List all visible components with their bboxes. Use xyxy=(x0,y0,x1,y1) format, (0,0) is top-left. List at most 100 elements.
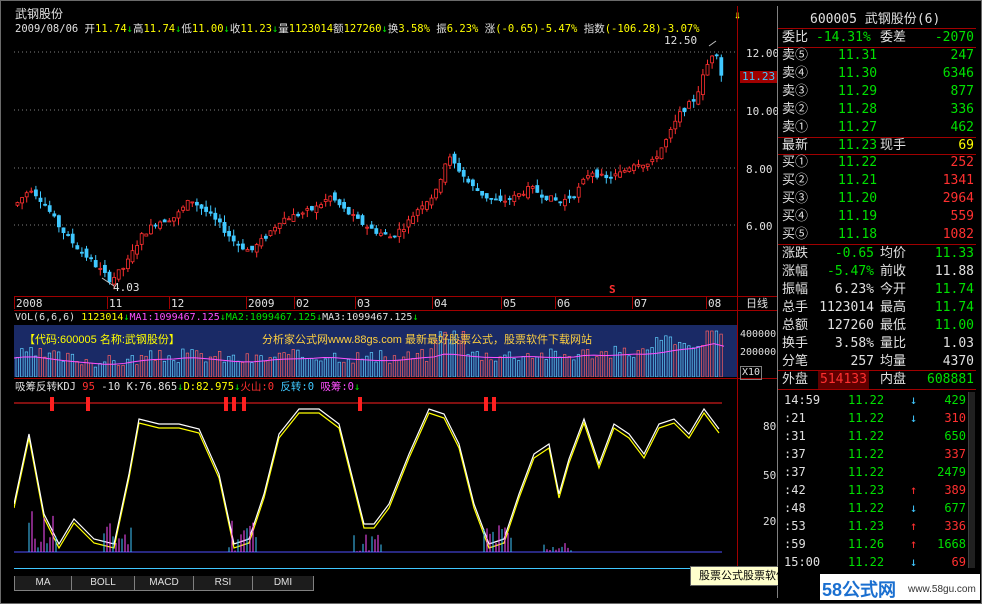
volume-bar xyxy=(204,361,208,377)
stat-row: 分笔 257 均量 4370 xyxy=(782,353,974,371)
signal-marker xyxy=(50,397,54,411)
candle-body xyxy=(300,212,305,215)
ask-price: 11.30 xyxy=(838,66,878,81)
latest-row: 最新 11.23 现手 69 xyxy=(782,137,974,155)
sell-signal-marker: S xyxy=(609,283,616,296)
date-tick-mark xyxy=(246,297,247,309)
tab-boll[interactable]: BOLL xyxy=(71,576,135,591)
volume-bar xyxy=(641,348,645,377)
tick-vol: 69 xyxy=(951,555,966,569)
kdj-d-line xyxy=(14,411,720,550)
volume-bar xyxy=(576,354,581,377)
candle-body xyxy=(719,57,724,76)
vol-title: VOL(6,6,6) xyxy=(15,312,76,323)
candle-body xyxy=(673,120,678,130)
candle-body xyxy=(365,226,370,229)
candle-body xyxy=(374,228,379,234)
volume-bar xyxy=(287,354,291,377)
candle-body xyxy=(323,199,328,202)
date-tick: 07 xyxy=(634,297,648,310)
volume-bar xyxy=(305,358,309,377)
candle-body xyxy=(457,162,462,172)
candle-body xyxy=(61,227,66,234)
webi-row: 委比 -14.31% 委差 -2070 xyxy=(782,29,974,47)
candle-body xyxy=(590,172,595,177)
candle-body xyxy=(480,190,485,196)
volume-bar xyxy=(521,356,525,377)
date-tick: 04 xyxy=(434,297,448,310)
volume-bar xyxy=(687,345,691,377)
signal-marker xyxy=(358,397,362,411)
volume-bar xyxy=(590,358,594,377)
volume-bar xyxy=(346,358,351,377)
candle-body xyxy=(604,174,609,179)
ask-label: 卖② xyxy=(782,102,809,117)
candle-body xyxy=(84,248,89,258)
vol-tick: 200000 xyxy=(740,347,777,358)
down-arrow-icon: ↓ xyxy=(910,411,918,425)
volume-bar xyxy=(107,355,111,377)
volume-bar xyxy=(691,347,696,377)
volume-bar xyxy=(517,360,521,377)
candle-body xyxy=(493,198,498,201)
candle-body xyxy=(213,212,218,220)
candle-body xyxy=(650,158,655,163)
candle-body xyxy=(576,186,581,198)
volume-bar xyxy=(176,362,180,377)
kdj-chart[interactable] xyxy=(14,394,737,574)
candle-body xyxy=(98,268,103,270)
down-arrow-icon: ↓ xyxy=(910,393,918,407)
latest-vol: 69 xyxy=(958,138,974,153)
tab-dmi[interactable]: DMI xyxy=(252,576,314,591)
period-label[interactable]: 日线 xyxy=(746,298,768,310)
bid-vol: 2964 xyxy=(942,191,974,206)
volume-bar xyxy=(563,354,567,377)
vol-header: VOL(6,6,6) 1123014↓MA1:1099467.125↓MA2:1… xyxy=(15,312,418,324)
ask-vol: 462 xyxy=(950,120,974,135)
candle-body xyxy=(526,186,530,199)
candle-body xyxy=(645,163,650,167)
volume-bar xyxy=(475,351,479,377)
candle-body xyxy=(549,195,553,202)
price-tick: 12.00 xyxy=(746,47,780,60)
candle-body xyxy=(411,215,416,224)
price-tick: 6.00 xyxy=(746,220,773,233)
volume-bar xyxy=(135,364,139,377)
volume-bar xyxy=(89,362,93,377)
volume-bar xyxy=(29,347,33,377)
candle-body xyxy=(93,260,98,268)
volume-bar xyxy=(259,355,263,377)
volume-bar xyxy=(696,346,700,377)
ticks-scrollbar[interactable] xyxy=(968,392,975,568)
volume-bar xyxy=(61,360,65,377)
candle-body xyxy=(291,214,296,222)
volume-bar xyxy=(392,355,397,377)
bid-row: 买① 11.22 252 xyxy=(782,154,974,172)
candle-body xyxy=(429,197,434,206)
tab-rsi[interactable]: RSI xyxy=(193,576,253,591)
candle-body xyxy=(475,188,480,192)
tick-price: 11.22 xyxy=(848,501,885,515)
vol-current: 1123014 xyxy=(81,312,124,323)
candle-body xyxy=(273,226,278,232)
candle-body xyxy=(563,198,567,207)
tab-macd[interactable]: MACD xyxy=(134,576,194,591)
candlestick-chart[interactable] xyxy=(14,20,738,296)
low-annotation: 4.03 xyxy=(113,281,140,294)
volume-bar xyxy=(558,356,562,377)
stat-label: 涨跌 xyxy=(782,246,809,261)
candle-body xyxy=(286,218,291,221)
tick-row: :53 11.23 ↑ 336 xyxy=(782,517,974,535)
date-tick-mark xyxy=(14,297,15,309)
candle-body xyxy=(236,243,241,246)
stat-row: 总额 127260 最低 11.00 xyxy=(782,317,974,335)
volume-bar xyxy=(411,358,415,377)
volume-bar xyxy=(199,353,203,377)
volume-bar xyxy=(181,348,185,377)
volume-bars[interactable] xyxy=(14,325,737,377)
volume-bar xyxy=(43,356,47,377)
tab-ma[interactable]: MA xyxy=(14,576,72,591)
stat-value: -5.47% xyxy=(827,264,874,279)
candle-body xyxy=(24,192,29,198)
volume-bar xyxy=(586,349,590,377)
